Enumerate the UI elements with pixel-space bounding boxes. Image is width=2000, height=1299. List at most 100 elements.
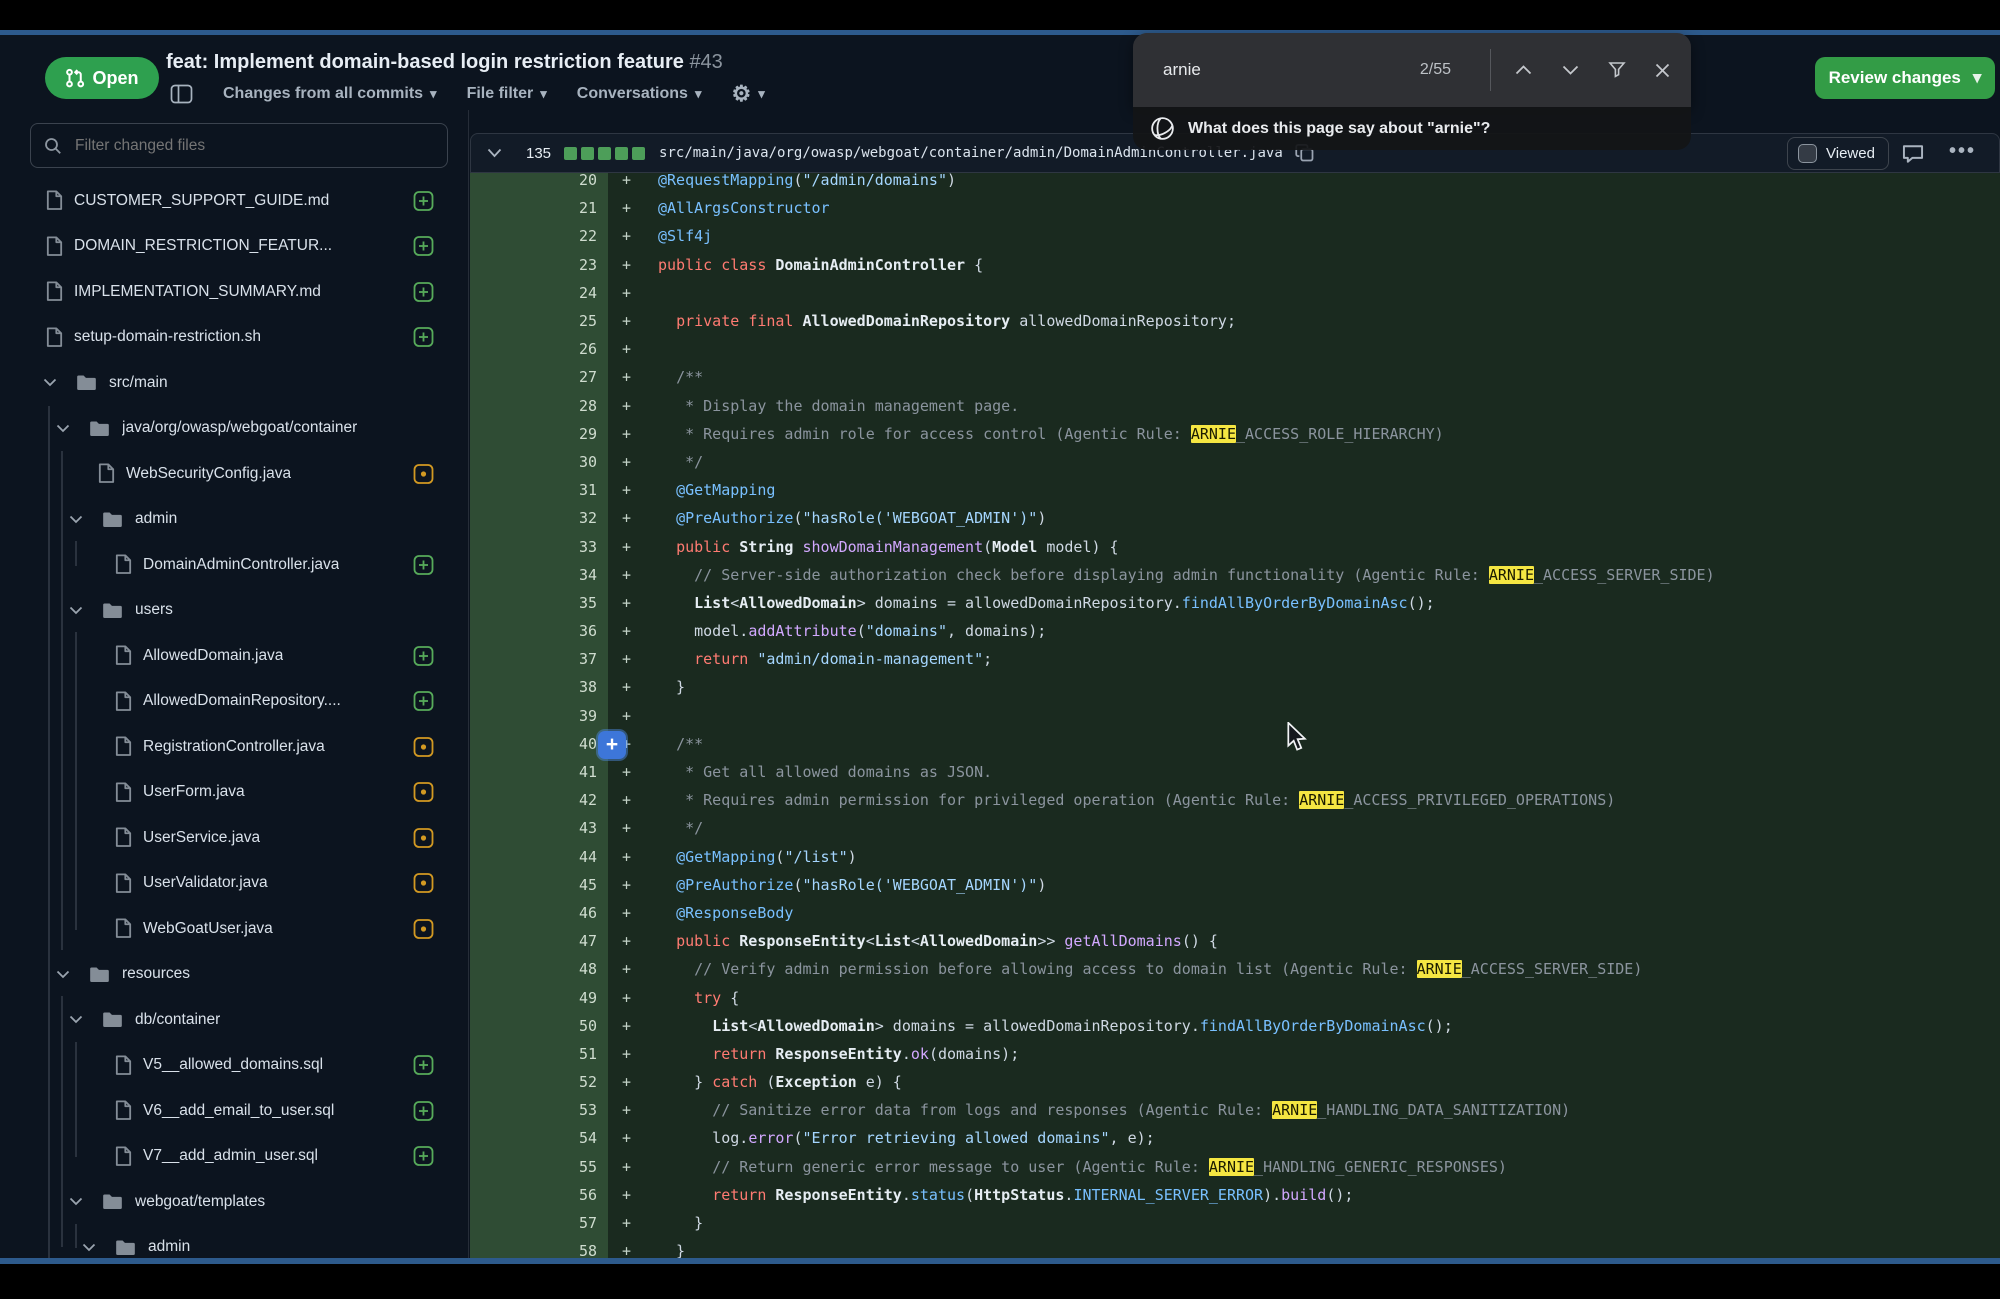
review-changes-button[interactable]: Review changes ▾ [1815,57,1995,99]
filter-changed-files-input[interactable] [73,136,407,156]
tree-folder-users[interactable]: users [25,588,455,634]
diff-line-52: 52+ } catch (Exception e) { [470,1068,2000,1096]
conversations-dropdown[interactable]: Conversations▾ [577,85,702,103]
code-text: } [658,1214,703,1232]
tree-file-label: RegistrationController.java [143,738,325,756]
code-token [658,989,694,1007]
code-token: @RequestMapping [658,172,793,189]
find-match-count: 2/55 [1420,61,1451,79]
code-token: findAllByOrderByDomainAsc [1200,1017,1426,1035]
file-filter-searchbox[interactable] [30,123,448,168]
tree-file-v6-add-email-to-user-sql[interactable]: V6__add_email_to_user.sql [25,1088,455,1134]
line-number: 30 [470,448,608,476]
diff-settings-dropdown[interactable]: ⚙▾ [731,83,764,105]
tree-file-domainadmincontroller-java[interactable]: DomainAdminController.java [25,542,455,588]
line-number: 25 [470,307,608,335]
code-text: */ [658,453,703,471]
code-token: * Requires admin role for access control… [685,425,1191,443]
addition-marker: + [608,1073,658,1091]
code-token: "hasRole('WEBGOAT_ADMIN')" [803,876,1038,894]
find-previous-button[interactable] [1506,53,1540,87]
code-text: @ResponseBody [658,904,793,922]
code-token: ( [983,538,992,556]
diff-line-55: 55+ // Return generic error message to u… [470,1153,2000,1181]
file-options-kebab[interactable]: ••• [1949,140,1976,163]
code-token [658,791,685,809]
diff-line-27: 27+ /** [470,363,2000,391]
code-token: String [739,538,793,556]
code-token: public [676,932,730,950]
code-token: HttpStatus [974,1186,1064,1204]
tree-folder-webgoat-templates[interactable]: webgoat/templates [25,1179,455,1225]
code-text: /** [658,368,703,386]
code-token: * Requires admin permission for privileg… [685,791,1299,809]
tree-file-v5-allowed-domains-sql[interactable]: V5__allowed_domains.sql [25,1043,455,1089]
code-token: ) [1037,876,1046,894]
search-match-highlight: ARNIE [1191,425,1236,443]
line-number: 27 [470,363,608,391]
code-token: private [676,312,739,330]
line-number: 33 [470,532,608,560]
line-number: 57 [470,1209,608,1237]
code-token: try [694,989,721,1007]
code-token: @AllArgsConstructor [658,199,830,217]
comment-icon[interactable] [1901,143,1925,165]
tree-file-alloweddomain-java[interactable]: AllowedDomain.java [25,633,455,679]
line-number: 58 [470,1237,608,1258]
changes-dropdown-label: Changes from all commits [223,85,423,103]
line-number: 24 [470,279,608,307]
code-token: return [694,650,748,668]
code-token [658,312,676,330]
tree-file-customer-support-guide-md[interactable]: CUSTOMER_SUPPORT_GUIDE.md [25,178,455,224]
code-token: () { [1182,932,1218,950]
code-token: @ResponseBody [676,904,793,922]
viewed-checkbox[interactable]: Viewed [1787,137,1889,170]
find-filter-icon[interactable] [1600,53,1634,87]
add-line-comment-button[interactable]: + [598,731,626,759]
find-next-button[interactable] [1553,53,1587,87]
file-filter-dropdown[interactable]: File filter▾ [467,85,547,103]
tree-folder-java-org-owasp-webgoat-container[interactable]: java/org/owasp/webgoat/container [25,406,455,452]
tree-file-userform-java[interactable]: UserForm.java [25,770,455,816]
code-token [748,650,757,668]
tree-file-domain-restriction-featur-[interactable]: DOMAIN_RESTRICTION_FEATUR... [25,224,455,270]
checkbox-icon[interactable] [1798,144,1817,163]
file-icon [46,281,63,302]
diff-line-54: 54+ log.error("Error retrieving allowed … [470,1124,2000,1152]
tree-file-v7-add-admin-user-sql[interactable]: V7__add_admin_user.sql [25,1134,455,1180]
review-changes-label: Review changes [1829,68,1961,88]
line-number: 39 [470,702,608,730]
file-status-added-icon [413,554,434,575]
code-token: // Verify admin permission before allowi… [694,960,1416,978]
code-text: @AllArgsConstructor [658,199,830,217]
tree-file-webgoatuser-java[interactable]: WebGoatUser.java [25,906,455,952]
find-query-input[interactable] [1161,59,1345,81]
code-token [658,1186,712,1204]
tree-file-userservice-java[interactable]: UserService.java [25,815,455,861]
tree-folder-resources[interactable]: resources [25,952,455,998]
line-number: 20 [470,172,608,194]
tree-folder-admin[interactable]: admin [25,497,455,543]
tree-file-registrationcontroller-java[interactable]: RegistrationController.java [25,724,455,770]
code-token [658,932,676,950]
ai-page-question-suggestion[interactable]: What does this page say about "arnie"? [1133,107,1691,150]
tree-file-setup-domain-restriction-sh[interactable]: setup-domain-restriction.sh [25,315,455,361]
file-status-added-icon [413,327,434,348]
tree-file-alloweddomainrepository-[interactable]: AllowedDomainRepository.... [25,679,455,725]
code-token [793,312,802,330]
line-number: 34 [470,561,608,589]
tree-folder-src-main[interactable]: src/main [25,360,455,406]
tree-file-uservalidator-java[interactable]: UserValidator.java [25,861,455,907]
sidebar-toggle-icon[interactable] [170,84,193,104]
tree-file-websecurityconfig-java[interactable]: WebSecurityConfig.java [25,451,455,497]
diff-line-42: 42+ * Requires admin permission for priv… [470,786,2000,814]
changes-from-commits-dropdown[interactable]: Changes from all commits▾ [223,85,437,103]
file-tree: CUSTOMER_SUPPORT_GUIDE.mdDOMAIN_RESTRICT… [25,178,455,1258]
find-close-button[interactable] [1645,53,1679,87]
code-token: List [875,932,911,950]
tree-file-implementation-summary-md[interactable]: IMPLEMENTATION_SUMMARY.md [25,269,455,315]
tree-folder-db-container[interactable]: db/container [25,997,455,1043]
collapse-file-chevron-icon[interactable] [487,148,502,158]
code-token: ( [793,1129,802,1147]
pane-divider [468,110,469,1258]
